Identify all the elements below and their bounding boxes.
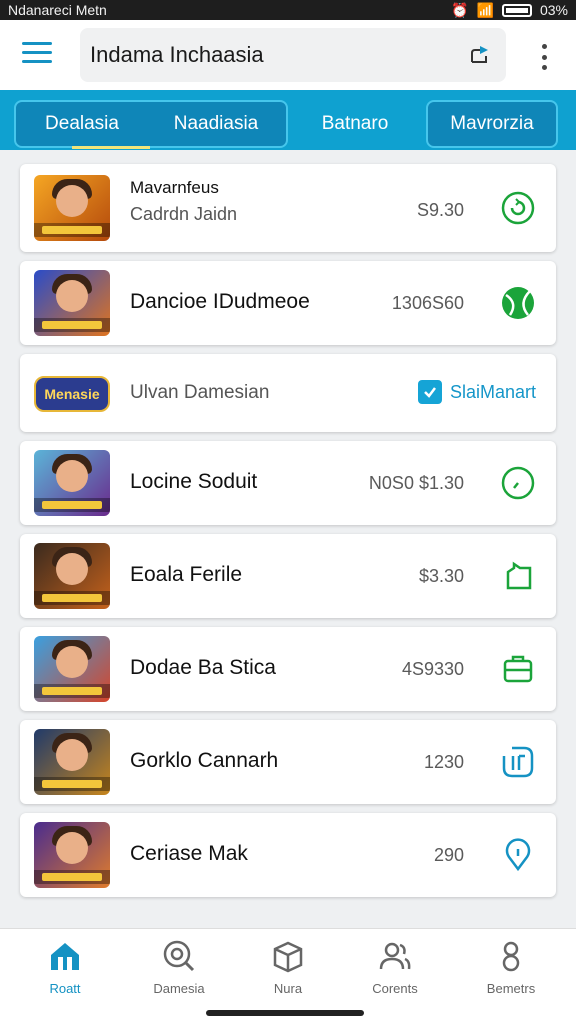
nav-nura[interactable]: Nura <box>233 939 343 1009</box>
item-title: Ulvan Damesian <box>130 382 270 403</box>
tab-mavrorzia[interactable]: Mavrorzia <box>426 100 558 148</box>
item-price: 290 <box>433 845 464 865</box>
battery-icon <box>501 3 532 17</box>
home-indicator[interactable] <box>206 1010 364 1016</box>
list-item[interactable]: Ceriase Mak 290 <box>20 813 556 897</box>
item-price: N0S0 $1.30 <box>368 473 464 493</box>
list-item[interactable]: Menasie Ulvan Damesian SlaiManart <box>20 354 556 432</box>
home-icon <box>51 943 79 970</box>
alarm-icon: ⏰ <box>451 1 469 18</box>
item-subtitle: Cadrdn Jaidn <box>130 204 238 224</box>
nav-label: Bemetrs <box>486 981 536 996</box>
list-item[interactable]: Gorklo Cannarh 1230 <box>20 720 556 804</box>
battery-percent: 03% <box>539 2 568 18</box>
tab-naadiasia[interactable]: Naadiasia <box>150 100 282 148</box>
list-item[interactable]: Locine Soduit N0S0 $1.30 <box>20 441 556 525</box>
search-field[interactable]: Indama Inchaasia <box>80 28 506 82</box>
nav-home[interactable]: Roatt <box>10 939 120 1009</box>
search-text: Indama Inchaasia <box>90 42 264 67</box>
app-bar: Indama Inchaasia <box>0 20 576 90</box>
more-options-icon[interactable] <box>532 44 556 70</box>
game-thumbnail <box>34 729 110 795</box>
item-price: S9.30 <box>416 200 464 220</box>
item-title: Gorklo Cannarh <box>130 749 279 772</box>
checkbox-label: SlaiManart <box>449 381 536 402</box>
item-price: $3.30 <box>418 566 464 586</box>
nav-label: Corents <box>372 981 418 996</box>
checkbox-checked-icon[interactable] <box>417 380 442 404</box>
item-price: 1230 <box>423 752 464 772</box>
menu-icon[interactable] <box>22 42 52 66</box>
game-thumbnail <box>34 450 110 516</box>
game-thumbnail <box>34 636 110 702</box>
status-right-cluster: ⏰ 📶 03% <box>451 2 568 19</box>
box-icon <box>273 941 303 973</box>
tab-batnaro[interactable]: Batnaro <box>298 100 412 148</box>
timer-icon[interactable] <box>498 463 538 503</box>
game-thumbnail <box>34 543 110 609</box>
nav-label: Damesia <box>153 981 205 996</box>
people-icon <box>379 942 411 970</box>
item-title: Ceriase Mak <box>130 842 248 865</box>
item-title: Dodae Ba Stica <box>130 656 276 679</box>
briefcase-icon[interactable] <box>498 649 538 689</box>
item-price: 1306S60 <box>391 293 464 313</box>
wifi-icon: 📶 <box>476 1 494 18</box>
tennis-ball-icon[interactable] <box>498 283 538 323</box>
item-price: 4S9330 <box>401 659 464 679</box>
item-title: Eoala Ferile <box>130 563 243 586</box>
bracket-icon[interactable] <box>498 742 538 782</box>
nav-bemetrs[interactable]: Bemetrs <box>456 939 566 1009</box>
search-icon <box>163 940 195 972</box>
game-thumbnail <box>34 175 110 241</box>
list-item[interactable]: Dodae Ba Stica 4S9330 <box>20 627 556 711</box>
list-item[interactable]: Dancioe IDudmeoe 1306S60 <box>20 261 556 345</box>
user-icon <box>502 941 520 972</box>
game-thumbnail <box>34 270 110 336</box>
item-title: Locine Soduit <box>130 470 258 493</box>
share-icon[interactable] <box>468 42 492 66</box>
list-item[interactable]: Eoala Ferile $3.30 <box>20 534 556 618</box>
item-title: Mavarnfeus <box>130 178 219 197</box>
select-checkbox-group[interactable]: SlaiManart <box>417 380 536 404</box>
list-item[interactable]: Mavarnfeus Cadrdn Jaidn S9.30 <box>20 164 556 252</box>
active-tab-indicator <box>72 146 150 149</box>
hand-icon[interactable] <box>498 556 538 596</box>
refresh-circle-icon[interactable] <box>498 188 538 228</box>
nav-label: Roatt <box>49 981 81 996</box>
tab-dealasia[interactable]: Dealasia <box>20 100 144 148</box>
nav-label: Nura <box>273 981 303 996</box>
app-list: Mavarnfeus Cadrdn Jaidn S9.30 Dancioe ID… <box>20 164 556 906</box>
tab-bar: Dealasia Naadiasia Batnaro Mavrorzia <box>0 90 576 150</box>
game-logo: Menasie <box>34 376 110 412</box>
game-thumbnail <box>34 822 110 888</box>
nav-corents[interactable]: Corents <box>340 939 450 1009</box>
item-title: Dancioe IDudmeoe <box>130 290 310 313</box>
location-icon[interactable] <box>498 835 538 875</box>
status-left-text: Ndanareci Metn <box>8 2 107 18</box>
status-bar: Ndanareci Metn ⏰ 📶 03% <box>0 0 576 20</box>
nav-damesia[interactable]: Damesia <box>124 939 234 1009</box>
